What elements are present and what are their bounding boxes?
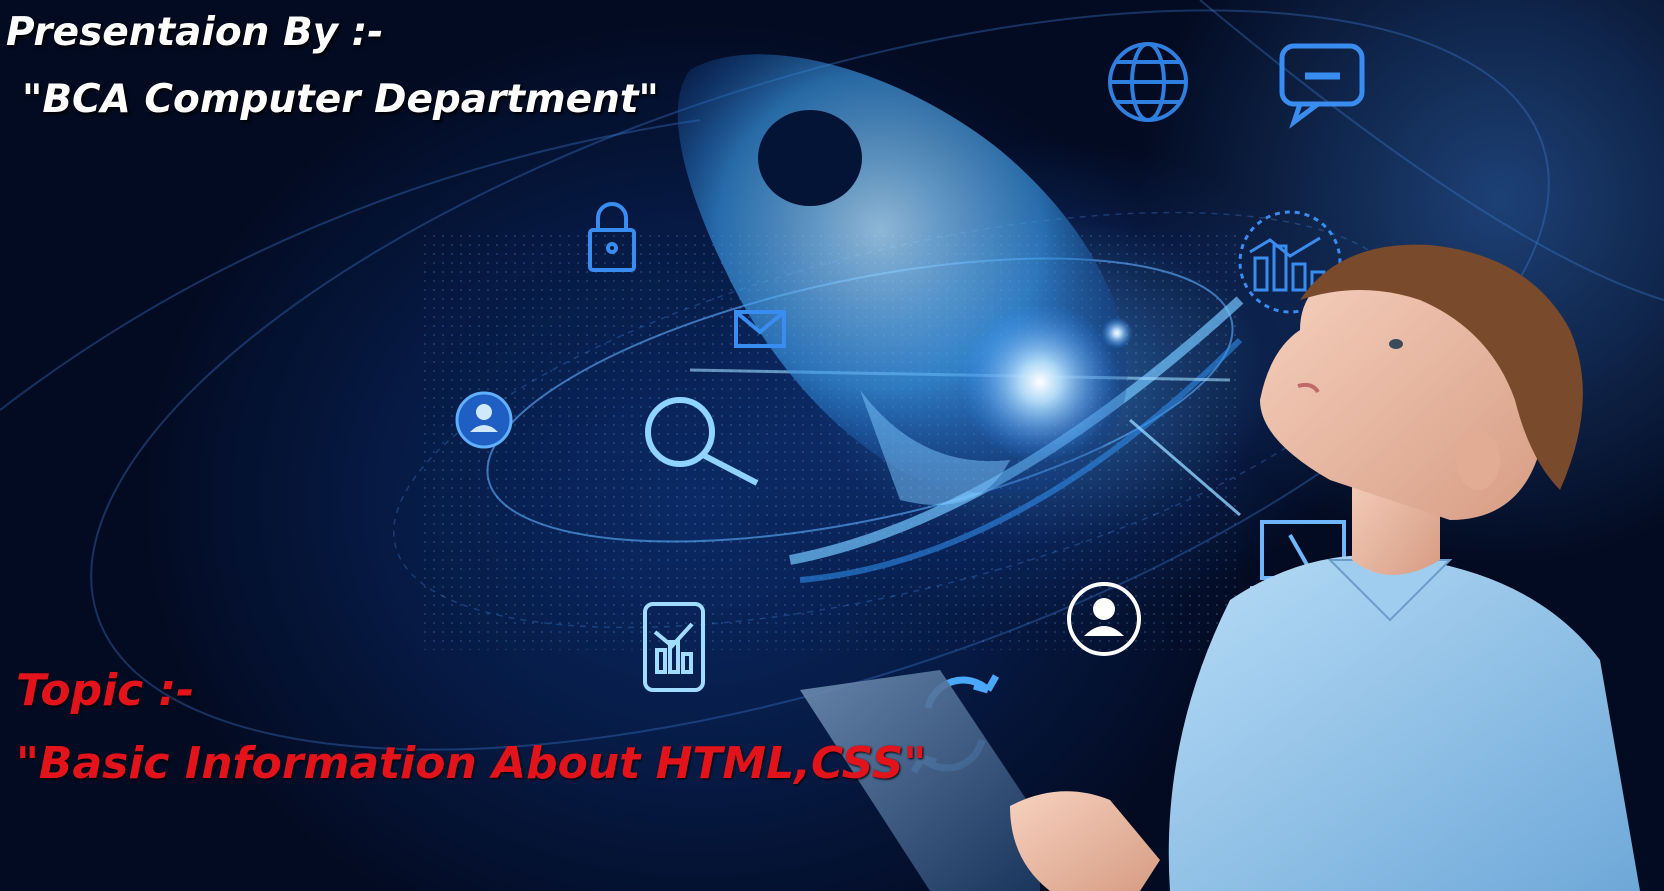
slide: Presentaion By :- "BCA Computer Departme…	[0, 0, 1664, 891]
presenter-name: "BCA Computer Department"	[22, 77, 659, 122]
small-flare	[1101, 317, 1133, 349]
presenter-label: Presentaion By :-	[6, 10, 384, 55]
user-icon	[455, 391, 513, 449]
light-flare	[960, 302, 1120, 462]
topic-label: Topic :-	[16, 665, 195, 716]
globe-icon	[1108, 42, 1188, 122]
chat-icon	[1279, 43, 1365, 129]
topic-title: "Basic Information About HTML,CSS"	[16, 738, 927, 789]
